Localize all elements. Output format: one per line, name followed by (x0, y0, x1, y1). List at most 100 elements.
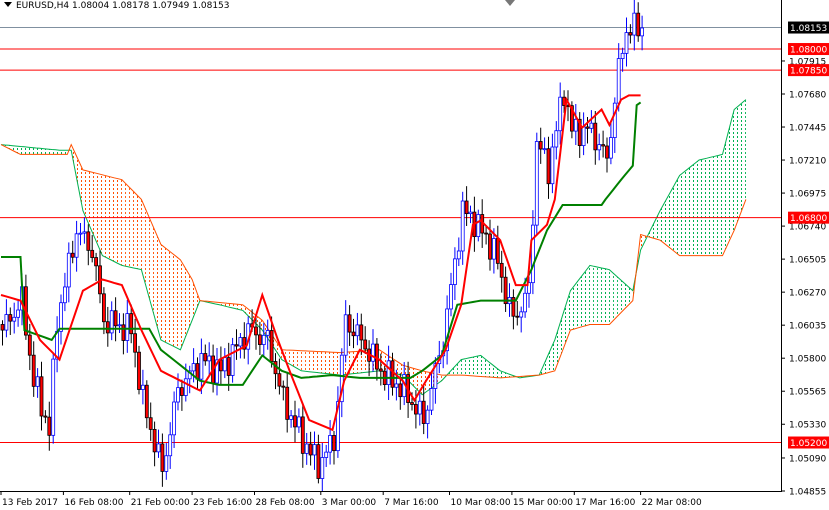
candle-body (456, 250, 461, 260)
candle-body (605, 145, 609, 159)
cloud-segment (582, 270, 586, 327)
bearish-candle (43, 410, 48, 424)
bullish-candle (16, 300, 21, 327)
candle-body (117, 324, 122, 327)
symbol-label: EURUSD,H4 (16, 1, 70, 11)
cloud-segment (469, 357, 473, 376)
bullish-candle (445, 295, 450, 365)
bullish-candle (125, 299, 130, 353)
bullish-candle (296, 408, 301, 433)
candle-body (296, 416, 301, 428)
candle-body (601, 144, 605, 147)
candle-body (125, 313, 130, 341)
bullish-candle (468, 205, 473, 224)
cloud-segment (699, 159, 703, 256)
bearish-candle (113, 297, 118, 342)
bullish-candle (534, 132, 539, 236)
time-tick-label: 23 Feb 16:00 (193, 498, 252, 508)
candle-body (148, 417, 153, 430)
bearish-candle (121, 313, 126, 355)
candle-body (449, 284, 453, 310)
bullish-candle (289, 410, 294, 428)
bearish-candle (515, 301, 520, 326)
candle-body (277, 373, 282, 387)
cloud-segment (129, 187, 134, 268)
candle-body (121, 324, 126, 341)
candle-body (8, 314, 13, 322)
cloud-segment (718, 154, 723, 256)
cloud-segment (734, 106, 739, 231)
candle-body (105, 321, 110, 334)
bearish-candle (511, 289, 516, 330)
cloud-segment (472, 356, 477, 377)
cloud-segment (328, 352, 333, 375)
bearish-candle (546, 136, 551, 199)
candle-body (12, 316, 17, 322)
cloud-segment (726, 124, 731, 248)
candle-body (78, 232, 83, 235)
cloud-segment (465, 357, 469, 376)
candle-body (31, 354, 36, 387)
candle-body (94, 257, 98, 267)
bullish-candle (597, 133, 602, 161)
bullish-candle (550, 133, 555, 194)
candle-body (312, 444, 317, 456)
cloud-segment (32, 147, 37, 155)
candle-body (324, 451, 329, 458)
cloud-segment (309, 351, 313, 373)
bearish-candle (152, 421, 157, 467)
bullish-candle (51, 353, 56, 444)
level-price-tag: 1.07850 (790, 67, 827, 77)
candle-body (144, 384, 149, 419)
cloud-segment (114, 177, 118, 264)
cloud-segment (180, 259, 185, 350)
cloud-segment (110, 176, 115, 262)
chart-menu-triangle-icon (4, 2, 12, 7)
candle-body (156, 443, 161, 453)
bullish-candle (320, 442, 325, 491)
cloud-segment (43, 148, 48, 155)
bearish-candle (98, 250, 102, 304)
bullish-candle (554, 121, 559, 160)
candle-body (355, 324, 360, 337)
bullish-candle (343, 300, 348, 363)
candle-body (160, 443, 165, 472)
cloud-segment (691, 163, 696, 256)
candle-body (495, 238, 500, 264)
cloud-segment (679, 172, 684, 256)
bullish-candle (456, 237, 461, 267)
cloud-segment (601, 267, 606, 325)
time-tick-label: 15 Mar 00:00 (513, 498, 573, 508)
level-price-tag: 1.06800 (790, 214, 827, 224)
price-tick-label: 1.06035 (789, 322, 826, 332)
candle-body (191, 363, 196, 372)
bullish-candle (172, 391, 177, 448)
bearish-candle (90, 235, 95, 263)
candle-body (63, 286, 67, 304)
candle-body (523, 292, 527, 313)
bearish-candle (8, 307, 13, 335)
cloud-segment (589, 265, 594, 325)
candle-body (4, 314, 9, 331)
candle-body (16, 309, 21, 318)
bullish-candle (632, 0, 637, 51)
candle-body (328, 435, 333, 453)
chart-shift-marker-icon[interactable] (505, 0, 515, 6)
cloud-segment (742, 99, 746, 210)
time-tick-label: 10 Mar 08:00 (451, 498, 511, 508)
bullish-candle (581, 112, 586, 156)
candle-body (624, 32, 629, 54)
cloud-segment (320, 351, 325, 374)
cloud-segment (710, 156, 715, 256)
high-value: 1.08178 (112, 1, 150, 11)
price-chart[interactable]: 1.079151.076801.074451.072101.069751.067… (0, 0, 829, 510)
candle-body (172, 401, 177, 436)
bullish-candle (59, 294, 63, 345)
cloud-segment (102, 174, 107, 258)
candle-body (43, 415, 48, 418)
time-tick-label: 22 Mar 08:00 (642, 498, 702, 508)
bearish-candle (281, 380, 286, 401)
cloud-segment (293, 350, 298, 369)
candle-body (491, 238, 496, 260)
cloud-segment (184, 266, 189, 340)
